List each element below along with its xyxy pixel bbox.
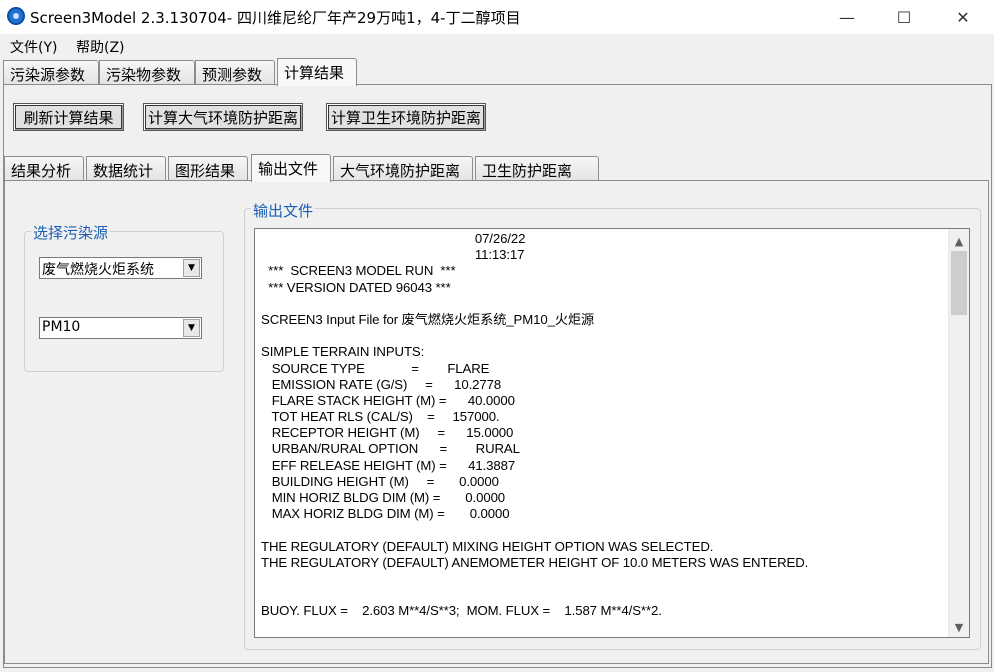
tab-sanitary-protection-distance[interactable]: 卫生防护距离: [475, 156, 599, 181]
output-line: FLARE STACK HEIGHT (M) = 40.0000: [261, 392, 515, 408]
output-line: BUOY. FLUX = 2.603 M**4/S**3; MOM. FLUX …: [261, 603, 662, 619]
pollutant-select-value: PM10: [42, 319, 81, 335]
output-textarea[interactable]: 07/26/22 11:13:17 *** SCREEN3 MODEL RUN …: [254, 228, 970, 638]
title-bar: Screen3Model 2.3.130704- 四川维尼纶厂年产29万吨1，4…: [0, 0, 994, 34]
result-tab-strip: 结果分析 数据统计 图形结果 输出文件 大气环境防护距离 卫生防护距离: [4, 154, 989, 182]
output-line: *** VERSION DATED 96043 ***: [261, 279, 451, 295]
output-group-legend: 输出文件: [251, 200, 316, 221]
tab-atmospheric-protection-distance[interactable]: 大气环境防护距离: [333, 156, 473, 181]
tab-prediction-params[interactable]: 预测参数: [195, 60, 275, 85]
chevron-down-icon[interactable]: ▼: [183, 319, 200, 337]
minimize-button[interactable]: —: [824, 0, 870, 34]
scroll-down-icon[interactable]: ▼: [949, 617, 969, 637]
source-select[interactable]: 废气燃烧火炬系统 ▼: [39, 257, 202, 279]
output-line: MIN HORIZ BLDG DIM (M) = 0.0000: [261, 490, 506, 505]
tab-graphic-results[interactable]: 图形结果: [168, 156, 248, 181]
output-line: URBAN/RURAL OPTION = RURAL: [261, 441, 520, 457]
menu-bar: 文件(Y) 帮助(Z): [0, 34, 994, 58]
menu-file[interactable]: 文件(Y): [10, 37, 57, 57]
source-group-legend: 选择污染源: [31, 222, 111, 243]
close-button[interactable]: ✕: [940, 0, 986, 34]
calc-sanitary-distance-button[interactable]: 计算卫生环境防护距离: [326, 103, 486, 131]
output-line: BUILDING HEIGHT (M) = 0.0000: [261, 473, 499, 489]
vertical-scrollbar[interactable]: ▲ ▼: [948, 229, 969, 637]
window-title: Screen3Model 2.3.130704- 四川维尼纶厂年产29万吨1，4…: [30, 9, 521, 27]
app-icon: [7, 7, 25, 25]
output-line: SIMPLE TERRAIN INPUTS:: [261, 344, 425, 360]
menu-help[interactable]: 帮助(Z): [76, 37, 125, 57]
pollutant-select[interactable]: PM10 ▼: [39, 317, 202, 339]
output-line: THE REGULATORY (DEFAULT) MIXING HEIGHT O…: [261, 538, 714, 554]
output-line: 11:13:17: [261, 247, 525, 263]
output-line: RECEPTOR HEIGHT (M) = 15.0000: [261, 425, 514, 441]
main-tab-strip: 污染源参数 污染物参数 预测参数 计算结果: [3, 58, 993, 86]
output-text: 07/26/22 11:13:17 *** SCREEN3 MODEL RUN …: [261, 231, 947, 620]
chevron-down-icon[interactable]: ▼: [183, 259, 200, 277]
output-line: THE REGULATORY (DEFAULT) ANEMOMETER HEIG…: [261, 554, 809, 570]
output-line: TOT HEAT RLS (CAL/S) = 157000.: [261, 409, 500, 425]
calc-atmospheric-distance-button[interactable]: 计算大气环境防护距离: [143, 103, 303, 131]
source-select-group: [24, 231, 224, 372]
scroll-up-icon[interactable]: ▲: [949, 231, 969, 251]
tab-result-analysis[interactable]: 结果分析: [4, 156, 84, 181]
output-line: MAX HORIZ BLDG DIM (M) = 0.0000: [261, 506, 510, 522]
output-line: SOURCE TYPE = FLARE: [261, 360, 490, 376]
output-line: EMISSION RATE (G/S) = 10.2778: [261, 376, 502, 392]
output-line: SCREEN3 Input File for 废气燃烧火炬系统_PM10_火炬源: [261, 311, 595, 327]
output-line: *** SCREEN3 MODEL RUN ***: [261, 263, 456, 279]
scrollbar-thumb[interactable]: [951, 251, 967, 315]
output-line: 07/26/22: [261, 231, 526, 246]
tab-calc-results[interactable]: 计算结果: [277, 58, 357, 86]
source-select-value: 废气燃烧火炬系统: [42, 262, 154, 278]
tab-pollutant-params[interactable]: 污染物参数: [99, 60, 195, 85]
tab-data-statistics[interactable]: 数据统计: [86, 156, 166, 181]
output-line: EFF RELEASE HEIGHT (M) = 41.3887: [261, 457, 516, 473]
refresh-results-button[interactable]: 刷新计算结果: [13, 103, 124, 131]
tab-output-file[interactable]: 输出文件: [251, 154, 331, 182]
maximize-button[interactable]: ☐: [881, 0, 927, 34]
tab-source-params[interactable]: 污染源参数: [3, 60, 99, 85]
